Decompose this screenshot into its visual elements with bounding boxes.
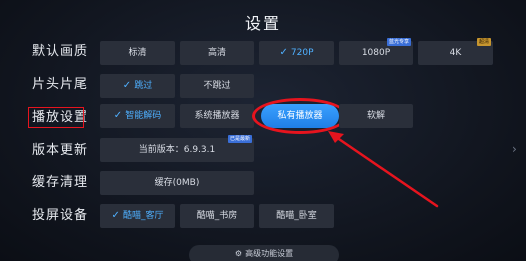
- check-icon: ✓: [111, 210, 120, 221]
- cache-text: 缓存(0MB): [154, 178, 200, 188]
- cast-device-study[interactable]: 酷喵_书房: [180, 204, 254, 228]
- option-label: 软解: [366, 111, 385, 121]
- option-label: 1080P: [361, 48, 391, 58]
- version-text: 当前版本：6.9.3.1: [138, 145, 216, 155]
- row-label-quality: 默认画质: [32, 44, 89, 59]
- chevron-right-icon[interactable]: ›: [512, 142, 517, 156]
- option-label: 标清: [128, 48, 147, 58]
- bluray-badge: 蓝光专享: [386, 38, 411, 46]
- quality-option-sd[interactable]: 标清: [100, 41, 175, 65]
- cast-device-bedroom[interactable]: 酷喵_卧室: [259, 204, 334, 228]
- option-label: 酷喵_客厅: [122, 211, 164, 221]
- row-label-skip: 片头片尾: [32, 77, 89, 92]
- gear-icon: ⚙: [234, 249, 243, 258]
- option-label: 智能解码: [125, 111, 162, 121]
- skip-option-skip[interactable]: ✓ 跳过: [100, 74, 175, 98]
- annotation-box: [28, 107, 84, 128]
- latest-badge: 已是最新: [227, 135, 252, 143]
- play-option-system-player[interactable]: 系统播放器: [180, 104, 254, 128]
- quality-option-4k[interactable]: 4K 超清: [418, 38, 493, 65]
- check-icon: ✓: [113, 110, 123, 121]
- check-icon: ✓: [122, 80, 132, 91]
- uhd-badge: 超清: [476, 38, 491, 46]
- quality-option-1080p[interactable]: 1080P 蓝光专享: [339, 38, 413, 65]
- version-check-button[interactable]: 当前版本：6.9.3.1 已是最新: [100, 135, 254, 162]
- clear-cache-button[interactable]: 缓存(0MB): [100, 171, 254, 195]
- annotation-ellipse: [252, 98, 348, 134]
- option-label: 系统播放器: [194, 111, 240, 121]
- advanced-settings-label: 高级功能设置: [245, 249, 294, 258]
- skip-option-noskip[interactable]: 不跳过: [180, 74, 254, 98]
- option-label: 酷喵_卧室: [276, 211, 317, 221]
- quality-option-hd[interactable]: 高清: [180, 41, 254, 65]
- option-label: 跳过: [134, 81, 153, 91]
- option-label: 高清: [207, 48, 226, 58]
- option-label: 720P: [290, 48, 314, 58]
- quality-option-720p[interactable]: ✓ 720P: [259, 41, 334, 65]
- advanced-settings-button[interactable]: ⚙ 高级功能设置: [189, 245, 339, 261]
- page-title: 设置: [244, 14, 281, 33]
- check-icon: ✓: [279, 47, 288, 58]
- option-label: 4K: [449, 48, 462, 58]
- row-label-cache: 缓存清理: [32, 175, 89, 190]
- row-label-update: 版本更新: [32, 143, 89, 158]
- play-option-soft-decode[interactable]: 软解: [339, 104, 413, 128]
- row-label-cast: 投屏设备: [32, 208, 89, 223]
- option-label: 酷喵_书房: [196, 211, 238, 221]
- play-option-smart-decode[interactable]: ✓ 智能解码: [100, 104, 175, 128]
- cast-device-living-room[interactable]: ✓ 酷喵_客厅: [100, 204, 175, 228]
- option-label: 不跳过: [203, 81, 231, 91]
